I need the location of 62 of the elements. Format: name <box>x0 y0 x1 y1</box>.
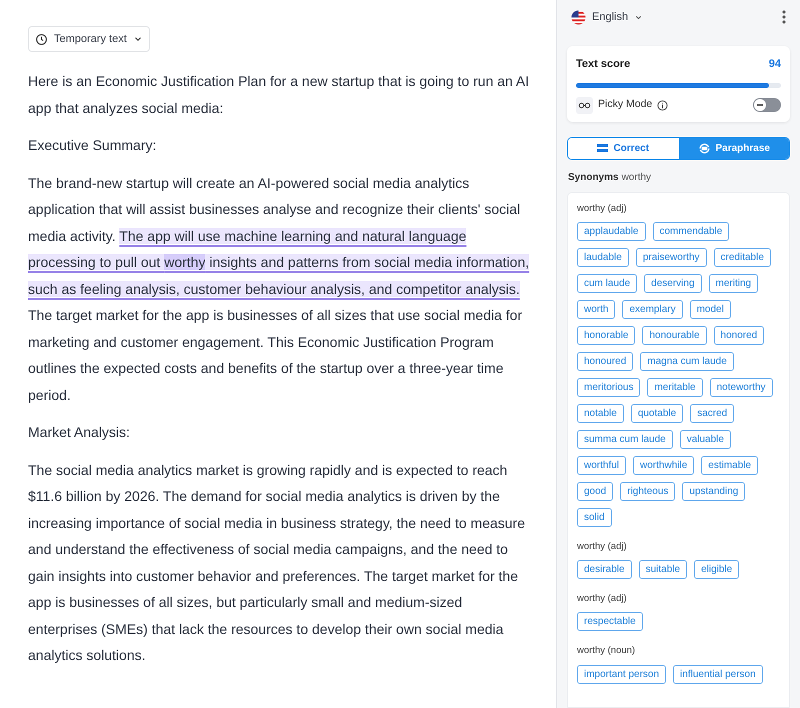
synonym-chip[interactable]: laudable <box>577 248 629 267</box>
mode-tab[interactable]: Paraphrase <box>678 138 789 158</box>
synonym-chip[interactable]: righteous <box>620 482 676 501</box>
synonym-chip[interactable]: worthful <box>577 456 626 475</box>
paragraph: Market Analysis: <box>28 423 131 442</box>
synonym-chip[interactable]: magna cum laude <box>640 352 734 371</box>
synonym-chip[interactable]: influential person <box>673 664 763 684</box>
synonym-chip[interactable]: meritable <box>647 378 703 397</box>
synonym-chip[interactable]: suitable <box>638 560 688 579</box>
synonym-group-heading: worthy (adj) <box>577 592 628 606</box>
synonym-chip[interactable]: valuable <box>680 430 731 449</box>
synonym-chip[interactable]: quotable <box>630 404 684 423</box>
synonym-chip[interactable]: exemplary <box>622 300 683 319</box>
info-icon[interactable] <box>657 100 668 110</box>
synonym-group-heading: worthy (noun) <box>577 644 636 658</box>
lines-icon <box>597 144 608 152</box>
synonym-chip[interactable]: meriting <box>708 274 758 293</box>
refresh-icon <box>698 142 710 154</box>
synonym-group-heading: worthy (adj) <box>577 540 628 554</box>
synonym-chip[interactable]: honoured <box>577 352 634 371</box>
score-label: Text score <box>576 57 630 72</box>
synonym-chip[interactable]: solid <box>577 508 612 527</box>
synonyms-word: worthy <box>622 170 652 184</box>
synonym-chip[interactable]: estimable <box>701 456 758 475</box>
more-options-icon[interactable] <box>782 10 786 24</box>
synonym-chip[interactable]: model <box>690 300 731 319</box>
score-value: 94 <box>768 57 781 72</box>
synonym-chip[interactable]: eligible <box>694 560 740 579</box>
synonyms-title: Synonyms <box>568 170 619 184</box>
paragraph: The social media analytics market is growing rapidly and is expected to reach $11.6 billion by 2026. The demand for social media analytics is driven by the increasing importance of social media in business strategy, the need to measure and understand the effectiveness of social media campaigns, and the need to gain insights into customer behavior and preferences. The target market for the app is businesses of all sizes, but particularly small and medium-sized enterprises (SMEs) that lack the resources to develop their own social media analytics solutions. <box>28 460 526 665</box>
synonym-chip[interactable]: applaudable <box>577 222 646 241</box>
synonym-chip[interactable]: deserving <box>644 274 702 293</box>
synonym-chip[interactable]: praiseworthy <box>636 248 707 267</box>
clock-icon <box>35 32 48 46</box>
synonym-chip[interactable]: important person <box>577 664 666 684</box>
language-selector[interactable]: English <box>571 8 644 26</box>
synonym-group-heading: worthy (adj) <box>577 202 628 216</box>
synonym-chip[interactable]: meritorious <box>577 378 640 397</box>
synonym-chip[interactable]: cum laude <box>577 274 638 293</box>
synonym-chip[interactable]: notable <box>577 404 624 423</box>
glasses-icon <box>576 96 593 114</box>
synonym-chip[interactable]: honorable <box>577 326 636 345</box>
synonym-chip[interactable]: noteworthy <box>710 378 773 397</box>
synonym-chip[interactable]: worth <box>577 300 616 319</box>
picky-mode-label: Picky Mode <box>598 97 652 112</box>
paragraph: Executive Summary: <box>28 136 158 155</box>
synonym-chip[interactable]: summa cum laude <box>577 430 673 449</box>
synonym-chip[interactable]: commendable <box>652 222 730 241</box>
synonym-chip[interactable]: honored <box>714 326 764 345</box>
synonym-chip[interactable]: honourable <box>642 326 707 345</box>
synonym-chip[interactable]: upstanding <box>682 482 746 501</box>
synonym-chip[interactable]: creditable <box>714 248 771 267</box>
synonym-chip[interactable]: desirable <box>577 560 632 579</box>
synonym-chip[interactable]: good <box>577 482 614 501</box>
picky-mode-toggle[interactable] <box>753 98 781 112</box>
document-mode-dropdown[interactable]: Temporary text <box>28 26 150 52</box>
synonym-chip[interactable]: respectable <box>577 612 643 632</box>
paragraph: The brand-new startup will create an AI-powered social media analytics application that will assist businesses analyse and recognize their clients' social media activity. The app will use machine learning and natural language processing to pull out worthy insights and patterns from social media information, such as feeling analysis, customer behaviour analysis, and competitor analysis. The target market for the app is businesses of all sizes that use social media for marketing and customer engagement. This Economic Justification Program outlines the expected costs and benefits of the startup over a three-year time period. <box>28 174 530 405</box>
flag-icon <box>571 10 586 24</box>
paragraph: Here is an Economic Justification Plan for a new startup that is going to run an AI app that analyzes social media: <box>28 72 530 118</box>
synonym-chip[interactable]: worthwhile <box>633 456 694 475</box>
synonym-chip[interactable]: sacred <box>690 404 734 423</box>
